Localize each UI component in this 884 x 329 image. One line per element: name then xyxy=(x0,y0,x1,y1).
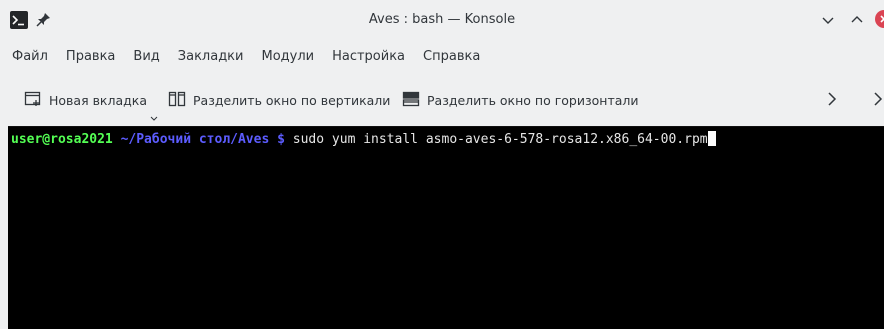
menu-bar: Файл Правка Вид Закладки Модули Настройк… xyxy=(0,40,884,74)
title-bar[interactable]: Aves : bash — Konsole xyxy=(0,0,884,40)
toolbar-more-icon[interactable] xyxy=(872,90,884,111)
window-title: Aves : bash — Konsole xyxy=(368,12,516,27)
prompt-user-host: user@rosa2021 xyxy=(11,132,113,147)
menu-bookmarks[interactable]: Закладки xyxy=(169,44,253,70)
konsole-window: Aves : bash — Konsole Файл Правка Вид За… xyxy=(0,0,884,329)
toolbar: Новая вкладка Разделить окно по вертикал… xyxy=(0,76,884,122)
close-icon xyxy=(880,15,884,23)
close-button[interactable] xyxy=(875,10,884,28)
chevron-down-icon xyxy=(822,17,834,24)
split-vertical-label: Разделить окно по вертикали xyxy=(193,92,391,108)
split-horizontal-button[interactable]: Разделить окно по горизонтали xyxy=(402,90,639,110)
new-tab-label: Новая вкладка xyxy=(49,92,147,108)
maximize-button[interactable] xyxy=(848,11,866,29)
terminal-cursor xyxy=(707,131,716,146)
menu-help[interactable]: Справка xyxy=(414,44,489,70)
terminal-command: sudo yum install asmo-aves-6-578-rosa12.… xyxy=(292,132,708,147)
menu-edit[interactable]: Правка xyxy=(57,44,124,70)
split-horizontal-label: Разделить окно по горизонтали xyxy=(427,92,639,108)
menu-plugins[interactable]: Модули xyxy=(252,44,323,70)
menu-settings[interactable]: Настройка xyxy=(323,44,414,70)
new-tab-dropdown-icon[interactable] xyxy=(150,110,158,125)
prompt-path: ~/Рабочий стол/Aves xyxy=(120,132,270,147)
terminal-view[interactable]: user@rosa2021 ~/Рабочий стол/Aves $ sudo… xyxy=(8,126,884,329)
terminal-prompt-line: user@rosa2021 ~/Рабочий стол/Aves $ sudo… xyxy=(11,131,716,148)
new-tab-button[interactable]: Новая вкладка xyxy=(24,90,147,110)
chevron-up-icon xyxy=(851,16,863,23)
prompt-dollar: $ xyxy=(277,132,285,147)
split-vertical-icon xyxy=(168,91,186,110)
menu-view[interactable]: Вид xyxy=(124,44,168,70)
toolbar-overflow-icon[interactable] xyxy=(826,90,838,111)
menu-file[interactable]: Файл xyxy=(0,44,57,70)
new-tab-icon xyxy=(24,91,42,110)
minimize-button[interactable] xyxy=(819,11,837,29)
split-vertical-button[interactable]: Разделить окно по вертикали xyxy=(168,90,390,110)
split-horizontal-icon xyxy=(402,91,420,110)
